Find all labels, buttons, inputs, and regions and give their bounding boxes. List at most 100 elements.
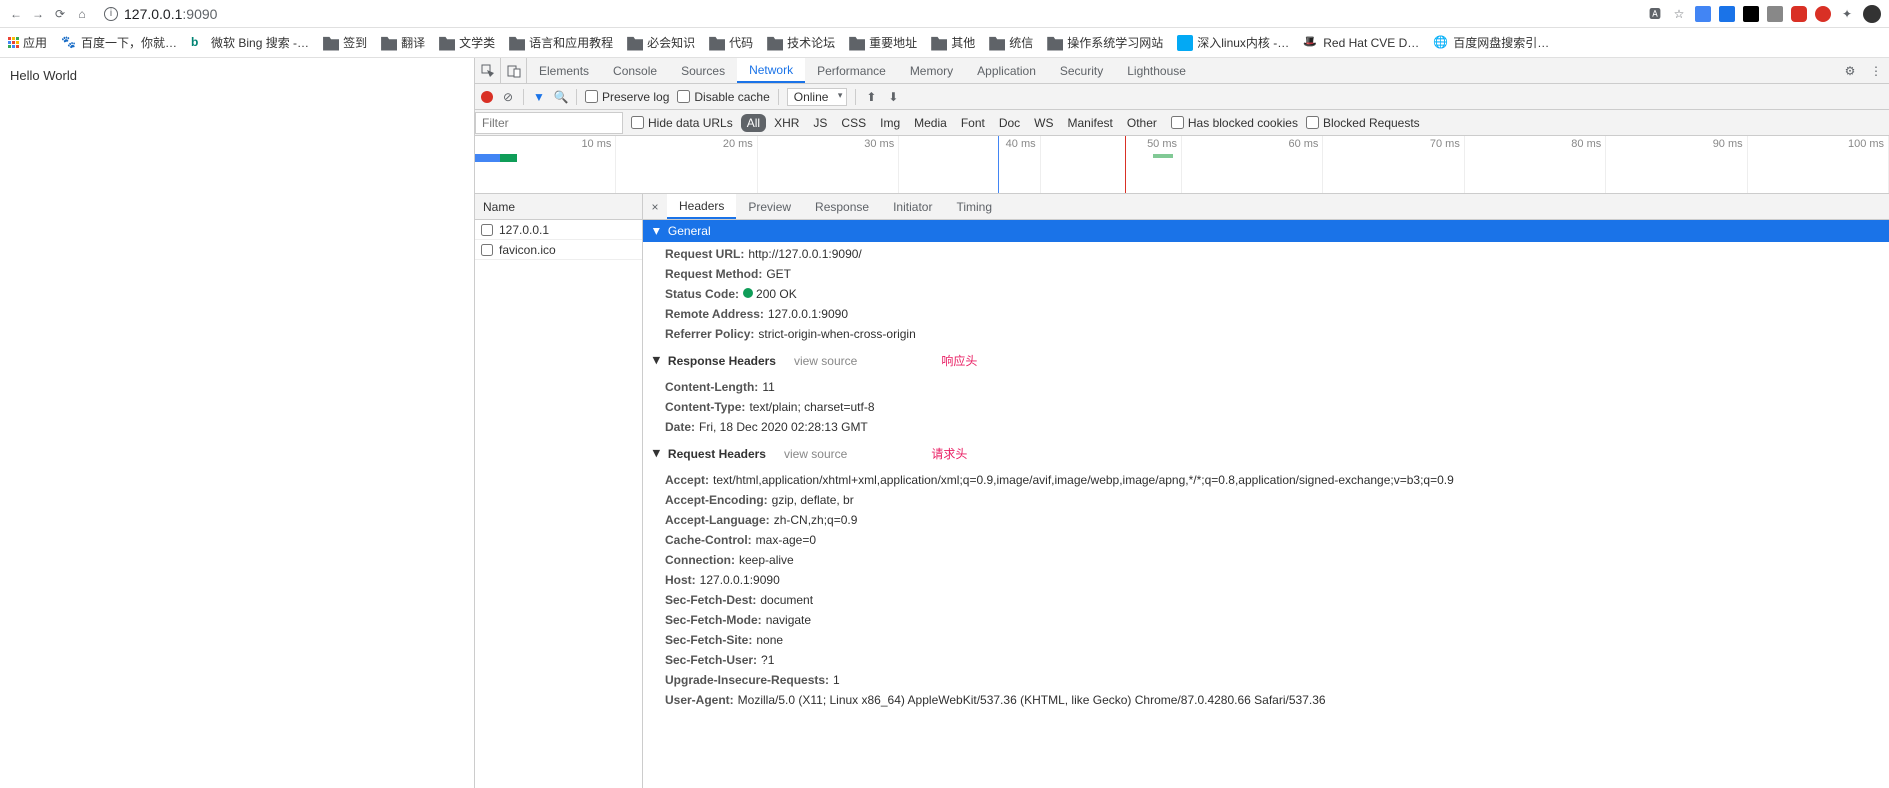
preserve-log-checkbox[interactable]: Preserve log [585,90,669,104]
reload-icon[interactable]: ⟳ [52,6,68,22]
request-detail: × HeadersPreviewResponseInitiatorTiming … [643,194,1889,788]
request-headers-section[interactable]: Request Headers view source 请求头 [643,439,1889,468]
disable-cache-checkbox[interactable]: Disable cache [677,90,769,104]
bookmark-item[interactable]: 🐾百度一下，你就… [61,34,177,51]
avatar[interactable] [1863,5,1881,23]
view-source-link[interactable]: view source [794,354,857,368]
detail-tab-timing[interactable]: Timing [944,194,1004,219]
detail-tabs: × HeadersPreviewResponseInitiatorTiming [643,194,1889,220]
devtools-tab-security[interactable]: Security [1048,58,1115,83]
request-row[interactable]: 127.0.0.1 [475,220,642,240]
throttle-select[interactable]: Online [787,88,848,106]
filter-pill-all[interactable]: All [741,114,766,132]
request-list-header[interactable]: Name [475,194,642,220]
extensions-icon[interactable]: ✦ [1839,6,1855,22]
search-icon[interactable]: 🔍 [554,90,568,104]
devtools-tab-console[interactable]: Console [601,58,669,83]
device-toggle-icon[interactable] [501,58,527,84]
filter-pill-manifest[interactable]: Manifest [1062,114,1119,132]
ext-icon[interactable] [1791,6,1807,22]
bookmark-item[interactable]: 技术论坛 [767,34,835,51]
bookmark-item[interactable]: 🎩Red Hat CVE D… [1303,34,1419,51]
devtools-tab-lighthouse[interactable]: Lighthouse [1115,58,1198,83]
bookmark-item[interactable]: 深入linux内核 -… [1177,34,1289,51]
blocked-requests-checkbox[interactable]: Blocked Requests [1306,116,1420,130]
filter-pill-css[interactable]: CSS [835,114,872,132]
filter-pill-ws[interactable]: WS [1028,114,1059,132]
header-row: Accept-Language:zh-CN,zh;q=0.9 [643,510,1889,530]
forward-icon[interactable]: → [30,6,46,22]
home-icon[interactable]: ⌂ [74,6,90,22]
close-detail-icon[interactable]: × [643,200,667,214]
header-row: Accept-Encoding:gzip, deflate, br [643,490,1889,510]
more-icon[interactable]: ⋮ [1863,58,1889,84]
filter-pill-font[interactable]: Font [955,114,991,132]
star-icon[interactable]: ☆ [1671,6,1687,22]
detail-tab-response[interactable]: Response [803,194,881,219]
upload-icon[interactable]: ⬆ [864,90,878,104]
filter-icon[interactable]: ▼ [532,90,546,104]
response-headers-section[interactable]: Response Headers view source 响应头 [643,346,1889,375]
header-row: Remote Address:127.0.0.1:9090 [643,304,1889,324]
detail-tab-headers[interactable]: Headers [667,194,736,219]
filter-pill-other[interactable]: Other [1121,114,1163,132]
filter-pill-doc[interactable]: Doc [993,114,1026,132]
filter-pill-media[interactable]: Media [908,114,953,132]
page-content: Hello World [0,58,474,788]
filter-input[interactable] [475,112,623,134]
network-filter-row: Hide data URLs AllXHRJSCSSImgMediaFontDo… [475,110,1889,136]
devtools-tab-network[interactable]: Network [737,58,805,83]
has-blocked-cookies-checkbox[interactable]: Has blocked cookies [1171,116,1298,130]
detail-tab-preview[interactable]: Preview [736,194,803,219]
bookmark-item[interactable]: 统信 [989,34,1033,51]
bookmark-item[interactable]: 代码 [709,34,753,51]
bookmark-item[interactable]: 其他 [931,34,975,51]
ext-icon[interactable] [1743,6,1759,22]
filter-pill-js[interactable]: JS [807,114,833,132]
site-info-icon[interactable]: i [104,7,118,21]
browser-toolbar: ← → ⟳ ⌂ i 127.0.0.1:9090 🅰 ☆ ✦ [0,0,1889,28]
bookmark-item[interactable]: b微软 Bing 搜索 -… [191,34,309,51]
bookmark-item[interactable]: 必会知识 [627,34,695,51]
record-button[interactable] [481,91,493,103]
general-section-header[interactable]: General [643,220,1889,242]
filter-pill-img[interactable]: Img [874,114,906,132]
detail-tab-initiator[interactable]: Initiator [881,194,944,219]
ext-icon[interactable] [1767,6,1783,22]
request-row[interactable]: favicon.ico [475,240,642,260]
devtools-tab-application[interactable]: Application [965,58,1048,83]
bookmark-item[interactable]: 重要地址 [849,34,917,51]
bookmark-item[interactable]: 文学类 [439,34,495,51]
network-timeline[interactable]: 10 ms20 ms30 ms40 ms50 ms60 ms70 ms80 ms… [475,136,1889,194]
bookmark-item[interactable]: 操作系统学习网站 [1047,34,1163,51]
header-row: Referrer Policy:strict-origin-when-cross… [643,324,1889,344]
address-bar[interactable]: i 127.0.0.1:9090 [96,6,1641,22]
settings-icon[interactable]: ⚙ [1837,58,1863,84]
clear-icon[interactable]: ⊘ [501,90,515,104]
devtools-tab-sources[interactable]: Sources [669,58,737,83]
devtools-tab-memory[interactable]: Memory [898,58,965,83]
inspect-icon[interactable] [475,58,501,84]
ext-icon[interactable] [1815,6,1831,22]
request-list: Name 127.0.0.1favicon.ico [475,194,643,788]
ext-icon[interactable] [1695,6,1711,22]
header-row: Content-Length:11 [643,377,1889,397]
header-row: Host:127.0.0.1:9090 [643,570,1889,590]
translate-icon[interactable]: 🅰 [1647,6,1663,22]
bookmark-item[interactable]: 签到 [323,34,367,51]
download-icon[interactable]: ⬇ [886,90,900,104]
back-icon[interactable]: ← [8,6,24,22]
ext-icon[interactable] [1719,6,1735,22]
bookmark-item[interactable]: 语言和应用教程 [509,34,613,51]
devtools-tab-performance[interactable]: Performance [805,58,898,83]
devtools-tab-elements[interactable]: Elements [527,58,601,83]
hide-data-urls-checkbox[interactable]: Hide data URLs [631,116,733,130]
view-source-link[interactable]: view source [784,447,847,461]
url-text: 127.0.0.1:9090 [124,6,217,22]
filter-pill-xhr[interactable]: XHR [768,114,805,132]
header-row: Sec-Fetch-Mode:navigate [643,610,1889,630]
apps-button[interactable]: 应用 [8,34,47,51]
header-row: Connection:keep-alive [643,550,1889,570]
bookmark-item[interactable]: 🌐百度网盘搜索引… [1433,34,1549,51]
bookmark-item[interactable]: 翻译 [381,34,425,51]
